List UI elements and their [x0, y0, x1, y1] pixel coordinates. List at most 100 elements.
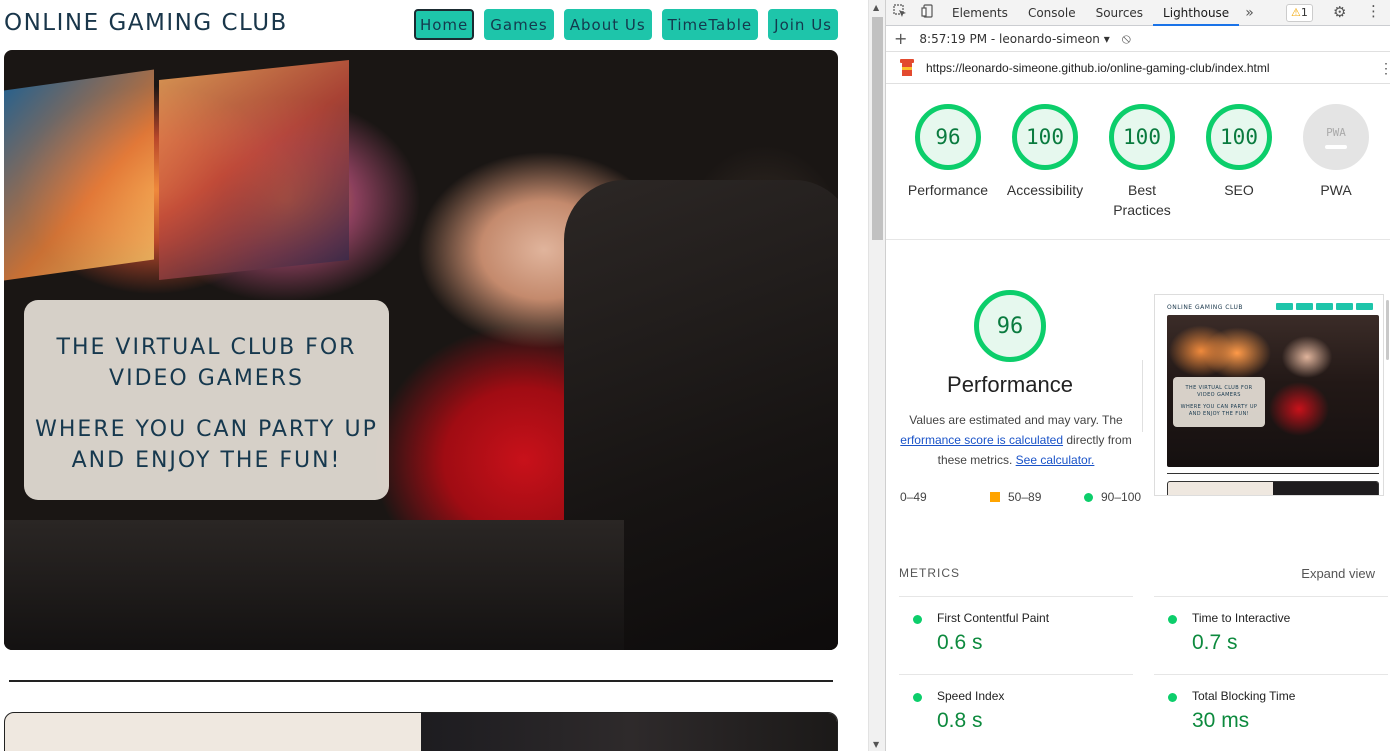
- metric-value: 0.8 s: [937, 709, 983, 732]
- legend-pass-label: 90–100: [1101, 490, 1142, 504]
- performance-description: Values are estimated and may vary. The e…: [886, 410, 1146, 470]
- thumbnail-line-2: VIDEO GAMERS: [1197, 392, 1241, 398]
- devtools-panel: Elements Console Sources Lighthouse » ⚠1…: [885, 0, 1390, 751]
- metric-value: 0.7 s: [1192, 631, 1238, 654]
- hero-heading-line-3: WHERE YOU CAN PARTY UP: [35, 417, 378, 442]
- thumbnail-scrollbar[interactable]: [1386, 300, 1389, 360]
- gauge-seo[interactable]: 100 SEO: [1189, 104, 1289, 200]
- pass-circle-icon: [1168, 693, 1177, 702]
- gauge-performance-label: Performance: [907, 182, 989, 198]
- settings-gear-icon[interactable]: ⚙: [1333, 3, 1346, 21]
- metric-total-blocking-time: Total Blocking Time 30 ms: [1154, 674, 1388, 751]
- gauge-best-practices[interactable]: 100 Best Practices: [1092, 104, 1192, 220]
- pwa-badge-icon: PWA: [1303, 104, 1369, 170]
- pwa-badge-text: PWA: [1326, 125, 1346, 139]
- metric-time-to-interactive: Time to Interactive 0.7 s: [1154, 596, 1388, 674]
- report-menu-kebab-icon[interactable]: ⋮: [1379, 60, 1390, 77]
- report-selector[interactable]: 8:57:19 PM - leonardo-simeon ▾: [919, 32, 1109, 46]
- tab-console[interactable]: Console: [1018, 0, 1086, 26]
- gauge-accessibility-label: Accessibility: [1006, 182, 1084, 198]
- hero-monitor-center: [159, 60, 349, 280]
- warning-icon: ⚠: [1291, 6, 1301, 19]
- metric-name: Time to Interactive: [1192, 611, 1291, 625]
- gauge-best-practices-label: Best Practices: [1113, 182, 1171, 218]
- hero-heading-line-2: VIDEO GAMERS: [109, 366, 304, 391]
- warnings-badge[interactable]: ⚠1: [1286, 4, 1313, 22]
- hero-heading-line-1: THE VIRTUAL CLUB FOR: [56, 335, 357, 360]
- see-calculator-link[interactable]: See calculator.: [1016, 453, 1095, 467]
- gauge-pwa[interactable]: PWA PWA: [1286, 104, 1386, 200]
- devtools-tab-bar: Elements Console Sources Lighthouse » ⚠1…: [886, 0, 1390, 26]
- metric-name: Total Blocking Time: [1192, 689, 1296, 703]
- nav-join-us-button[interactable]: Join Us: [768, 9, 838, 40]
- next-section: [4, 712, 838, 751]
- audited-url[interactable]: https://leonardo-simeone.github.io/onlin…: [926, 61, 1270, 75]
- thumbnail-line-4: AND ENJOY THE FUN!: [1188, 411, 1250, 417]
- customize-kebab-icon[interactable]: ⋮: [1366, 2, 1381, 20]
- legend-fail: 0–49: [900, 490, 927, 504]
- thumbnail-logo: ONLINE GAMING CLUB: [1167, 304, 1243, 311]
- tab-sources[interactable]: Sources: [1086, 0, 1153, 26]
- clear-reports-icon[interactable]: ⦸: [1122, 31, 1131, 47]
- expand-view-toggle[interactable]: Expand view: [1301, 566, 1375, 581]
- metrics-title: METRICS: [899, 566, 960, 580]
- gauge-performance[interactable]: 96 Performance: [898, 104, 998, 200]
- tab-elements[interactable]: Elements: [942, 0, 1018, 26]
- metric-name: Speed Index: [937, 689, 1005, 703]
- performance-big-score: 96: [974, 290, 1046, 362]
- hero-desk: [4, 520, 624, 650]
- pass-circle-icon: [1168, 615, 1177, 624]
- legend-average: 50–89: [990, 490, 1041, 504]
- scroll-up-arrow-icon[interactable]: ▲: [873, 3, 879, 12]
- hero-monitor-left: [4, 69, 154, 281]
- main-nav: Home Games About Us TimeTable Join Us: [413, 9, 838, 40]
- performance-summary: 96 Performance Values are estimated and …: [886, 290, 1146, 470]
- score-gauges: 96 Performance 100 Accessibility 100 Bes…: [886, 98, 1390, 240]
- website-viewport: ONLINE GAMING CLUB Home Games About Us T…: [0, 0, 868, 751]
- hero-image: THE VIRTUAL CLUB FOR VIDEO GAMERS WHERE …: [4, 50, 838, 650]
- lighthouse-toolbar: + 8:57:19 PM - leonardo-simeon ▾ ⦸: [886, 26, 1390, 52]
- report-selector-label: 8:57:19 PM - leonardo-simeon: [919, 31, 1100, 46]
- page-scrollbar-thumb[interactable]: [872, 17, 883, 240]
- metric-value: 30 ms: [1192, 709, 1250, 732]
- gauge-seo-score: 100: [1206, 104, 1272, 170]
- inspect-element-icon[interactable]: [886, 3, 914, 22]
- hero-text-card: THE VIRTUAL CLUB FOR VIDEO GAMERS WHERE …: [24, 300, 389, 500]
- score-calculated-link[interactable]: erformance score is calculated: [900, 433, 1063, 447]
- new-report-plus-icon[interactable]: +: [894, 29, 907, 48]
- nav-games-button[interactable]: Games: [484, 9, 554, 40]
- metric-value: 0.6 s: [937, 631, 983, 654]
- more-tabs-chevron-icon[interactable]: »: [1239, 5, 1260, 21]
- legend-pass: 90–100: [1084, 490, 1141, 504]
- page-scrollbar[interactable]: ▲ ▼: [868, 0, 885, 751]
- site-logo[interactable]: ONLINE GAMING CLUB: [4, 10, 288, 36]
- pass-circle-icon: [913, 693, 922, 702]
- thumbnail-hero: THE VIRTUAL CLUB FOR VIDEO GAMERS WHERE …: [1167, 315, 1379, 467]
- legend-fail-label: 0–49: [900, 490, 927, 504]
- thumbnail-divider: [1167, 473, 1379, 474]
- chevron-down-icon: ▾: [1103, 31, 1110, 46]
- gauge-accessibility[interactable]: 100 Accessibility: [995, 104, 1095, 200]
- audited-url-bar: https://leonardo-simeone.github.io/onlin…: [886, 52, 1390, 84]
- performance-title: Performance: [947, 372, 1073, 397]
- nav-timetable-button[interactable]: TimeTable: [661, 9, 759, 40]
- thumbnail-nav: [1276, 303, 1373, 310]
- thumbnail-line-1: THE VIRTUAL CLUB FOR: [1185, 385, 1253, 391]
- performance-desc-text: Values are estimated and may vary. The: [909, 413, 1123, 427]
- thumbnail-hero-card: THE VIRTUAL CLUB FOR VIDEO GAMERS WHERE …: [1173, 377, 1265, 427]
- metrics-header: METRICS Expand view: [899, 566, 1375, 581]
- summary-separator: [1142, 360, 1143, 432]
- nav-about-us-button[interactable]: About Us: [563, 9, 652, 40]
- gauge-seo-label: SEO: [1224, 182, 1254, 198]
- tab-lighthouse[interactable]: Lighthouse: [1153, 0, 1240, 26]
- gauge-best-practices-score: 100: [1109, 104, 1175, 170]
- thumbnail-line-3: WHERE YOU CAN PARTY UP: [1180, 404, 1258, 410]
- scroll-down-arrow-icon[interactable]: ▼: [873, 740, 879, 749]
- page-screenshot-thumbnail[interactable]: ONLINE GAMING CLUB THE VIRTUAL CLUB FOR …: [1154, 294, 1384, 496]
- nav-home-button[interactable]: Home: [413, 9, 475, 40]
- hero-heading-line-4: AND ENJOY THE FUN!: [71, 448, 342, 473]
- warning-count: 1: [1300, 6, 1308, 19]
- metric-first-contentful-paint: First Contentful Paint 0.6 s: [899, 596, 1133, 674]
- device-toolbar-icon[interactable]: [914, 3, 942, 22]
- next-section-image: [421, 713, 837, 751]
